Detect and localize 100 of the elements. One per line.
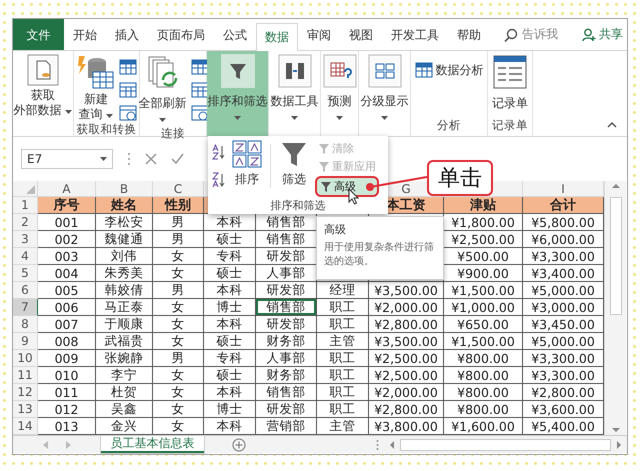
- table-cell: 研发部: [256, 282, 317, 299]
- table-cell: 经理: [317, 282, 369, 299]
- table-cell: 韩姣倩: [96, 282, 153, 299]
- name-box[interactable]: E7: [21, 149, 113, 169]
- group-label: 连接: [161, 126, 185, 141]
- ribbon-button[interactable]: 全部刷新: [138, 54, 188, 126]
- table-cell: 硕士: [204, 231, 256, 248]
- database-icon: [77, 54, 115, 90]
- caret-icon: [291, 116, 298, 120]
- table-cell: 女: [153, 299, 204, 316]
- ribbon-button[interactable]: 数据工具: [270, 54, 320, 124]
- table-cell: 刘伟: [96, 248, 153, 265]
- table-cell: 女: [153, 316, 204, 333]
- table-cell: 朱秀美: [96, 265, 153, 282]
- row-header[interactable]: 7: [13, 299, 38, 316]
- table-icon: [119, 58, 137, 76]
- table-cell: 销售部: [256, 214, 317, 231]
- table-cell: 001: [38, 214, 96, 231]
- row-header[interactable]: 9: [13, 333, 38, 350]
- column-header[interactable]: A: [38, 181, 96, 197]
- ribbon-button[interactable]: 排序和筛选: [206, 54, 268, 124]
- share-button[interactable]: 共享: [582, 19, 623, 50]
- table-cell: 财务部: [256, 333, 317, 350]
- table-cell: 销售部: [256, 231, 317, 248]
- caret-icon: [381, 116, 388, 120]
- row-header[interactable]: 11: [13, 367, 38, 384]
- row-header[interactable]: 14: [13, 418, 38, 435]
- callout-tooltip: 单击: [427, 160, 493, 196]
- search-icon: [504, 28, 518, 42]
- sort-ascending-button[interactable]: [212, 144, 226, 160]
- ribbon-button[interactable]: 预测: [322, 54, 358, 124]
- ribbon-button[interactable]: 分级显示: [360, 54, 410, 124]
- vertical-scrollbar[interactable]: [604, 181, 626, 435]
- table-cell: 010: [38, 367, 96, 384]
- table-cell: 002: [38, 231, 96, 248]
- caret-icon: [234, 116, 241, 120]
- row-header[interactable]: 10: [13, 350, 38, 367]
- row-header[interactable]: 13: [13, 401, 38, 418]
- table-cell: ¥800.00: [444, 350, 523, 367]
- table-cell: ¥2,800.00: [369, 401, 444, 418]
- ribbon-button[interactable]: 记录单: [491, 54, 529, 118]
- table-cell: 职工: [317, 350, 369, 367]
- table-cell: ¥2,000.00: [369, 299, 444, 316]
- table-cell: ¥2,500.00: [444, 231, 523, 248]
- row-header[interactable]: 4: [13, 248, 38, 265]
- table-cell: ¥500.00: [444, 248, 523, 265]
- column-title: 合计: [523, 197, 604, 214]
- row-header[interactable]: 6: [13, 282, 38, 299]
- ribbon-button[interactable]: 获取 外部数据: [13, 54, 74, 118]
- sort-button[interactable]: 排序: [229, 140, 265, 198]
- table-cell: 职工: [317, 401, 369, 418]
- scroll-thumb[interactable]: [400, 438, 611, 450]
- ribbon-button[interactable]: 数据分析: [412, 60, 486, 80]
- form-icon: [492, 54, 528, 90]
- table-cell: 012: [38, 401, 96, 418]
- tell-me-field[interactable]: 告诉我: [498, 19, 564, 50]
- collapse-icon: [607, 122, 617, 128]
- table-cell: 本科: [204, 214, 256, 231]
- column-header[interactable]: C: [153, 181, 204, 197]
- table-cell: 销售部: [256, 384, 317, 401]
- sheet-tab[interactable]: 员工基本信息表: [101, 436, 204, 453]
- group-label: 排序和筛选: [270, 198, 326, 214]
- table-cell: 李宁: [96, 367, 153, 384]
- filter-button[interactable]: 筛选: [276, 140, 312, 198]
- table-cell: ¥3,400.00: [523, 265, 604, 282]
- table-cell: ¥800.00: [444, 401, 523, 418]
- row-header[interactable]: 12: [13, 384, 38, 401]
- sort-descending-button[interactable]: [212, 172, 226, 188]
- table-cell: 销售部: [256, 299, 317, 316]
- column-header[interactable]: I: [523, 181, 604, 197]
- add-sheet-icon: [232, 438, 246, 452]
- group-label: 记录单: [492, 118, 528, 134]
- grip-icon: [127, 152, 131, 166]
- table-cell: 本科: [204, 282, 256, 299]
- table-cell: ¥800.00: [444, 384, 523, 401]
- ribbon-tab[interactable]: 数据: [256, 23, 298, 51]
- filter-icon: [280, 140, 308, 168]
- row-header[interactable]: 1: [13, 197, 38, 214]
- table-cell: 职工: [317, 299, 369, 316]
- row-header[interactable]: 2: [13, 214, 38, 231]
- row-header[interactable]: 8: [13, 316, 38, 333]
- funnel-icon: [320, 180, 332, 192]
- row-header[interactable]: 3: [13, 231, 38, 248]
- scroll-thumb[interactable]: [610, 197, 622, 315]
- table-cell: 女: [153, 401, 204, 418]
- table-cell: 女: [153, 333, 204, 350]
- table-cell: ¥650.00: [444, 316, 523, 333]
- ribbon-tab[interactable]: 文件: [13, 19, 64, 50]
- table-cell: 男: [153, 350, 204, 367]
- tooltip-title: 高级: [324, 222, 347, 237]
- table-cell: ¥5,000.00: [523, 333, 604, 350]
- outline-icon: [368, 54, 402, 88]
- table-cell: 013: [38, 418, 96, 435]
- table-cell: 专科: [204, 248, 256, 265]
- column-header[interactable]: B: [96, 181, 153, 197]
- row-header[interactable]: 5: [13, 265, 38, 282]
- ribbon-button[interactable]: 新建 查询: [76, 54, 116, 122]
- table-cell: ¥2,800.00: [523, 384, 604, 401]
- table-cell: ¥5,800.00: [523, 214, 604, 231]
- table-cell: ¥3,500.00: [369, 333, 444, 350]
